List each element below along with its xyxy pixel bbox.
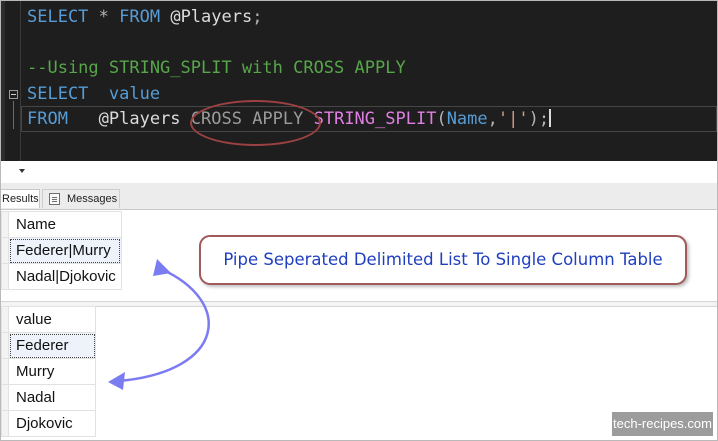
row-number-cell[interactable] (1, 237, 9, 264)
column-value: value (88, 84, 161, 104)
fold-guide-line (13, 101, 14, 129)
row-number-cell[interactable] (1, 306, 9, 333)
column-header-name[interactable]: Name (8, 211, 122, 238)
editor-gutter (1, 1, 5, 161)
arrow-curve (118, 267, 210, 383)
table-row: Federer (1, 332, 96, 359)
editor-margin-line (20, 1, 21, 161)
table-row: Djokovic (1, 410, 96, 437)
row-number-cell[interactable] (1, 211, 9, 238)
messages-icon (49, 193, 60, 205)
row-number-cell[interactable] (1, 384, 9, 411)
table-row: Nadal (1, 384, 96, 411)
string-pipe: | (508, 109, 519, 129)
callout-text: Pipe Seperated Delimited List To Single … (223, 250, 663, 269)
keyword-from: FROM (27, 109, 68, 129)
result-grid-values: value Federer Murry Nadal Djokovic (1, 306, 96, 437)
sql-comment: --Using STRING_SPLIT with CROSS APPLY (27, 58, 406, 78)
watermark: tech-recipes.com (612, 412, 713, 436)
grid-cell[interactable]: Nadal|Djokovic (8, 263, 122, 290)
annotation-callout: Pipe Seperated Delimited List To Single … (199, 235, 687, 285)
sql-editor-window: SELECT * FROM @Players; --Using STRING_S… (0, 0, 718, 441)
grid-cell[interactable]: Nadal (8, 384, 96, 411)
tab-messages-label: Messages (67, 193, 118, 205)
open-paren: ( (436, 109, 447, 129)
code-line-4: SELECT value (27, 84, 160, 104)
code-line-1: SELECT * FROM @Players; (27, 7, 262, 27)
query-editor[interactable]: SELECT * FROM @Players; --Using STRING_S… (1, 1, 717, 161)
semicolon: ; (252, 7, 263, 27)
string-quote-close: ' (518, 109, 529, 129)
table-row: Nadal|Djokovic (1, 263, 122, 290)
editor-status-strip (1, 161, 717, 184)
row-number-cell[interactable] (1, 332, 9, 359)
tab-messages[interactable]: Messages (42, 189, 120, 208)
grid-cell[interactable]: Federer (8, 332, 96, 359)
row-number-cell[interactable] (1, 410, 9, 437)
text-caret (549, 109, 552, 127)
results-tab-bar: Results Messages (1, 183, 717, 210)
keyword-select: SELECT (27, 7, 89, 27)
code-line-3: --Using STRING_SPLIT with CROSS APPLY (27, 58, 406, 78)
arrow-head-top (153, 259, 171, 276)
grid-header-row: Name (1, 211, 122, 238)
table-row: Federer|Murry (1, 237, 122, 264)
function-string-split: STRING_SPLIT (303, 109, 437, 129)
operator-star: * (88, 7, 120, 27)
cross-apply-highlight-ellipse (190, 100, 321, 146)
grid-cell[interactable]: Murry (8, 358, 96, 385)
arrow-head-bottom (108, 372, 125, 390)
keyword-select: SELECT (27, 84, 89, 104)
column-header-value[interactable]: value (8, 306, 96, 333)
comma: , (487, 109, 498, 129)
results-splitter[interactable] (1, 301, 717, 307)
collapse-icon[interactable] (9, 90, 18, 99)
grid-header-row: value (1, 306, 96, 333)
row-number-cell[interactable] (1, 263, 9, 290)
close-paren-semicolon: ); (528, 109, 550, 129)
table-variable: @Players (160, 7, 253, 27)
result-grid-names: Name Federer|Murry Nadal|Djokovic (1, 211, 122, 290)
tab-results[interactable]: Results (1, 189, 40, 208)
grid-cell[interactable]: Djokovic (8, 410, 96, 437)
string-quote-open: ' (497, 109, 509, 129)
tab-results-label: Results (2, 193, 39, 205)
table-row: Murry (1, 358, 96, 385)
keyword-from: FROM (119, 7, 161, 27)
grid-cell[interactable]: Federer|Murry (8, 237, 122, 264)
table-variable: @Players (67, 109, 191, 129)
argument-name: Name (446, 109, 488, 129)
chevron-down-icon[interactable] (19, 169, 25, 173)
row-number-cell[interactable] (1, 358, 9, 385)
